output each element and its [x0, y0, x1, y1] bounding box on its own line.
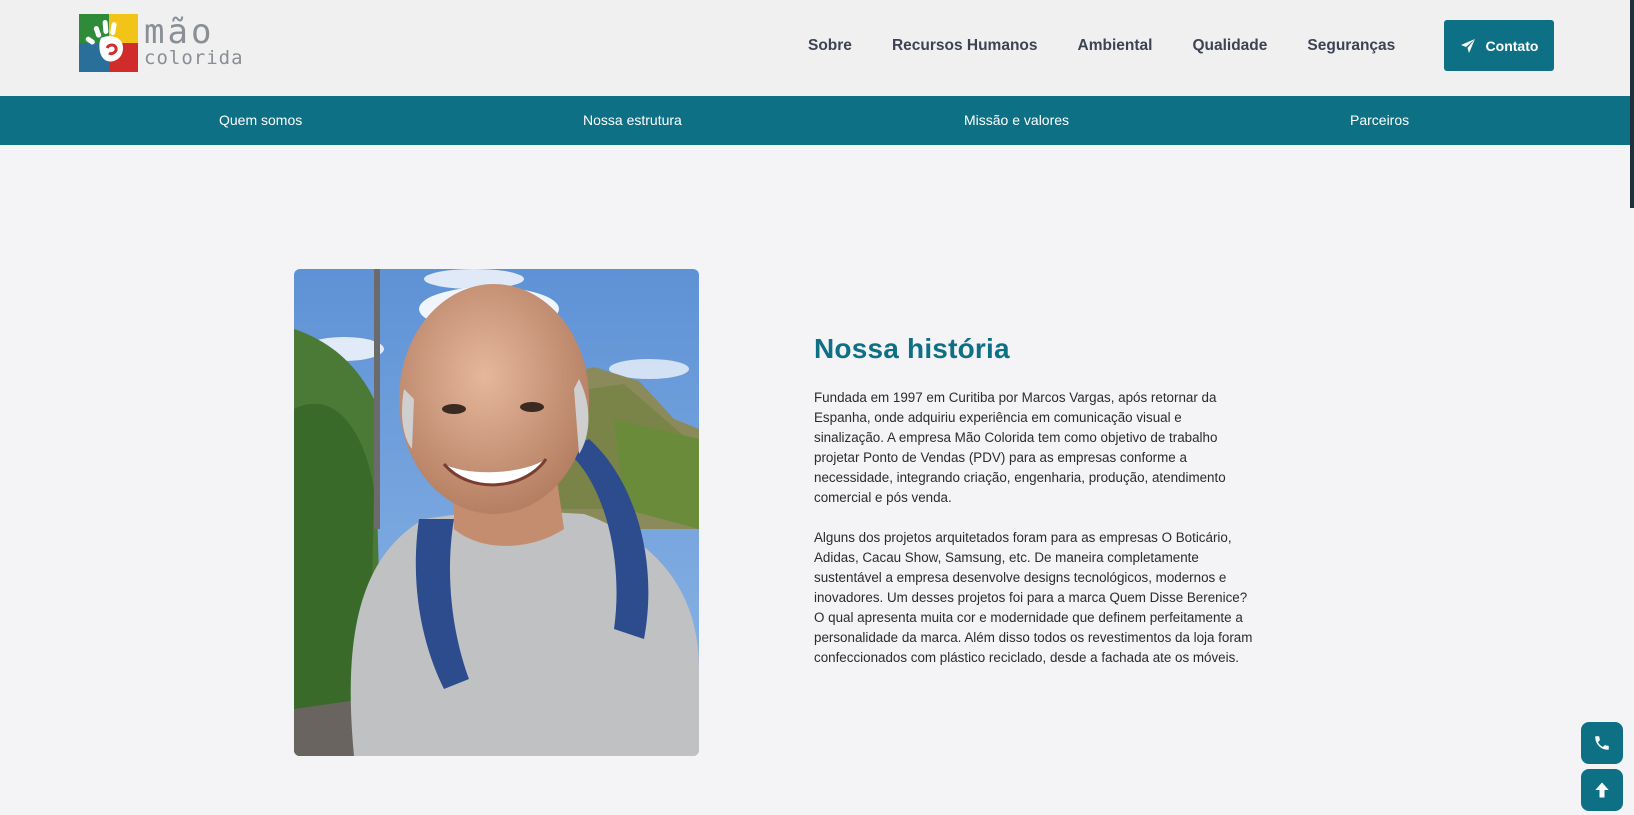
logo-mark	[79, 14, 138, 72]
nav-item-qualidade[interactable]: Qualidade	[1192, 37, 1267, 55]
history-section: Nossa história Fundada em 1997 em Curiti…	[814, 333, 1254, 688]
scrollbar-track[interactable]	[1630, 0, 1634, 815]
logo-text: mão colorida	[144, 15, 244, 69]
phone-icon	[1595, 736, 1609, 750]
contact-button-label: Contato	[1485, 37, 1539, 54]
logo-line1: mão	[144, 11, 215, 52]
site-header: mão colorida Sobre Recursos Humanos Ambi…	[0, 0, 1634, 96]
nav-item-segurancas[interactable]: Seguranças	[1307, 37, 1395, 55]
sub-nav: Quem somos Nossa estrutura Missão e valo…	[0, 96, 1634, 145]
contact-button[interactable]: Contato	[1444, 20, 1554, 71]
arrow-up-icon	[1595, 782, 1609, 798]
logo-line2: colorida	[144, 46, 244, 69]
nav-item-sobre[interactable]: Sobre	[808, 37, 852, 55]
history-paragraph-1: Fundada em 1997 em Curitiba por Marcos V…	[814, 390, 1226, 505]
paper-plane-icon	[1460, 38, 1475, 53]
scrollbar-thumb[interactable]	[1630, 0, 1634, 208]
founder-photo	[294, 269, 699, 756]
subnav-item-parceiros[interactable]: Parceiros	[1350, 96, 1409, 145]
hand-icon	[85, 19, 123, 62]
history-title: Nossa história	[814, 333, 1010, 364]
subnav-item-quem-somos[interactable]: Quem somos	[219, 96, 302, 145]
main-nav: Sobre Recursos Humanos Ambiental Qualida…	[808, 0, 1435, 92]
nav-item-ambiental[interactable]: Ambiental	[1078, 37, 1153, 55]
subnav-item-missao-valores[interactable]: Missão e valores	[964, 96, 1069, 145]
logo[interactable]: mão colorida	[79, 14, 243, 72]
subnav-item-nossa-estrutura[interactable]: Nossa estrutura	[583, 96, 682, 145]
nav-item-recursos-humanos[interactable]: Recursos Humanos	[892, 37, 1038, 55]
phone-button[interactable]	[1581, 722, 1623, 764]
back-to-top-button[interactable]	[1581, 769, 1623, 811]
history-paragraph-2: Alguns dos projetos arquitetados foram p…	[814, 530, 1253, 665]
